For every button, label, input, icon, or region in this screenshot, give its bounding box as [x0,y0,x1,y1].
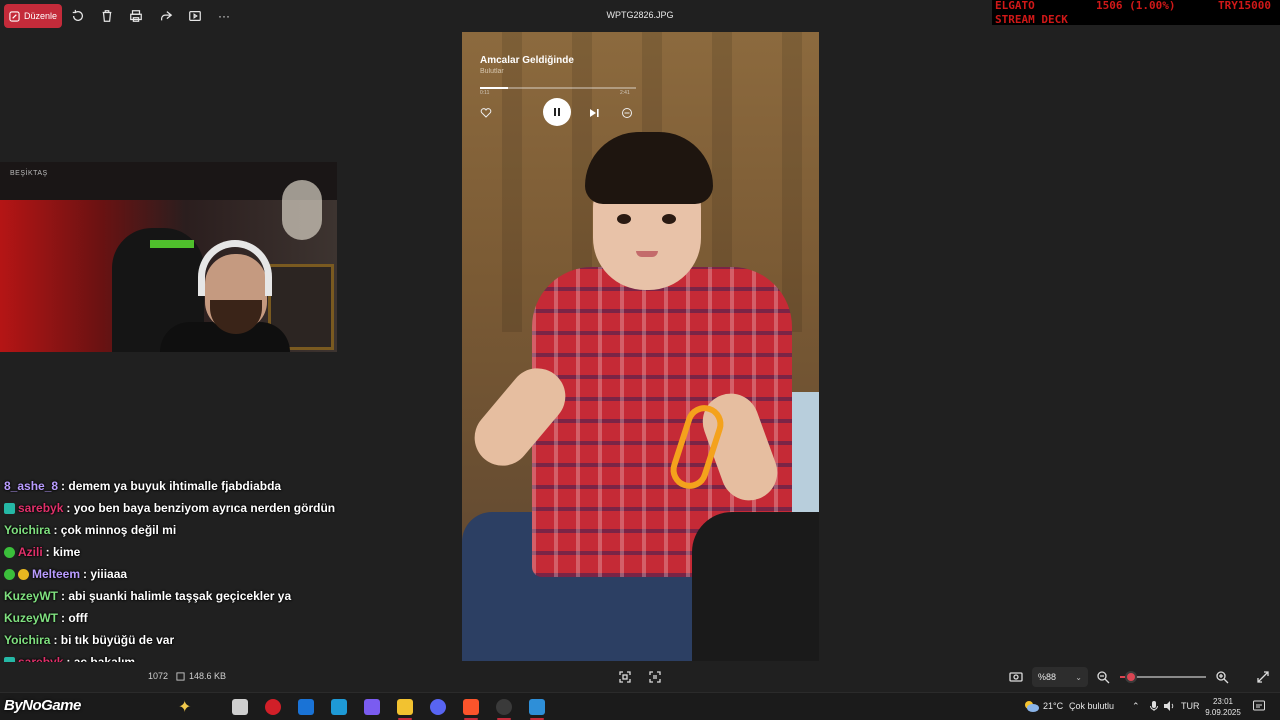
chat-username[interactable]: Azili [18,545,43,559]
chat-text: : çok minnoş değil mi [53,523,177,537]
file-size: 148.6 KB [176,671,226,681]
main-photo: Amcalar Geldiğinde Bulutlar 0:11 2:41 [462,32,819,661]
weather-description[interactable]: Çok bulutlu [1069,701,1114,711]
chat-username[interactable]: KuzeyWT [4,611,58,625]
fit-screen-icon[interactable] [618,670,632,684]
photo-blanket [692,512,819,661]
clock-time: 23:01 [1212,697,1234,706]
photos-icon[interactable] [529,699,545,715]
ticker-percent: 1506 (1.00%) [1096,0,1176,12]
volume-icon[interactable] [1163,700,1175,714]
print-icon[interactable] [128,8,144,24]
fullscreen-icon[interactable] [1256,670,1270,684]
player-artist: Bulutlar [480,68,504,75]
chat-message: 8_ashe_8: demem ya buyuk ihtimalle fjabd… [4,475,454,497]
webcam-shelf-label: BEŞİKTAŞ [10,170,48,177]
chat-username[interactable]: KuzeyWT [4,589,58,603]
zoom-value: %88 [1038,672,1057,682]
chevron-down-icon: ⌄ [1075,672,1082,682]
more-icon[interactable]: ··· [216,8,232,24]
chat-text: : demem ya buyuk ihtimalle fjabdiabda [61,479,282,493]
discord-icon[interactable] [430,699,446,715]
opera-icon[interactable] [265,699,281,715]
chat-text: : yoo ben baya benziyom ayrıca nerden gö… [66,501,336,515]
copilot-icon[interactable] [364,699,380,715]
edge-icon[interactable] [331,699,347,715]
microphone-icon[interactable] [1149,700,1159,714]
chat-badge-icon [4,502,15,514]
chat-text: : kime [45,545,81,559]
rotate-icon[interactable] [70,8,86,24]
chat-text: : yiiiaaa [83,567,128,581]
chat-message: KuzeyWT: offf [4,607,454,629]
ticker-line-2: STREAM DECK [995,13,1068,26]
zoom-select[interactable]: %88 ⌄ [1032,667,1088,687]
image-dimensions: 1072 [148,671,169,681]
pause-button [543,98,571,126]
weather-icon[interactable] [1022,699,1040,713]
webcam-crest [282,180,322,240]
system-clock[interactable]: 23:01 9.09.2025 [1202,696,1244,718]
weather-temperature[interactable]: 21°C [1043,701,1063,711]
player-total: 2:41 [620,90,630,96]
slideshow-icon[interactable] [187,8,203,24]
fit-window-icon[interactable] [1009,670,1023,684]
heart-icon [480,106,492,118]
chat-message: Yoichira: bi tık büyüğü de var [4,629,454,651]
chat-badge-icon [4,546,15,558]
streamer-webcam: BEŞİKTAŞ [0,162,337,352]
zoom-slider[interactable] [1120,671,1206,683]
actual-size-icon[interactable] [648,670,662,684]
chat-username[interactable]: sarebyk [18,501,63,515]
obs-icon[interactable] [496,699,512,715]
task-view-icon[interactable] [232,699,248,715]
file-explorer-icon[interactable] [397,699,413,715]
chat-username[interactable]: Melteem [32,567,80,581]
photo-status-bar: 1072 148.6 KB %88 ⌄ [0,662,1280,692]
ticker-line-1: ELGATO [995,0,1035,12]
edit-icon [9,10,20,22]
chat-message: Azili: kime [4,541,454,563]
photo-child-hair [585,132,713,204]
chat-badge-icon [18,568,29,580]
chevron-up-icon[interactable]: ⌃ [1132,701,1140,712]
language-indicator[interactable]: TUR [1181,701,1200,711]
player-progress [480,87,636,89]
chat-message: Melteem: yiiiaaa [4,563,454,585]
chat-text: : abi şuanki halimle taşşak geçicekler y… [61,589,292,603]
chat-badge-icon [4,568,15,580]
file-name: WPTG2826.JPG [606,10,674,20]
brand-logo: ByNoGame [4,697,81,714]
chat-message: KuzeyWT: abi şuanki halimle taşşak geçic… [4,585,454,607]
chat-message: sarebyk: yoo ben baya benziyom ayrıca ne… [4,497,454,519]
chat-text: : bi tık büyüğü de var [53,633,175,647]
pause-icon [554,108,560,116]
minus-circle-icon [621,106,633,118]
skip-next-icon [588,106,600,118]
clock-date: 9.09.2025 [1205,708,1241,717]
disk-icon [176,671,185,681]
edit-button-label: Düzenle [23,11,58,21]
windows-taskbar: ByNoGame ✦ 21°C Çok bulutlu ⌃ TUR 23:01 … [0,692,1280,720]
chat-text: : offf [61,611,88,625]
player-elapsed: 0:11 [480,90,490,96]
share-icon[interactable] [158,8,174,24]
outlook-icon[interactable] [298,699,314,715]
notification-icon[interactable] [1252,699,1266,715]
chat-username[interactable]: Yoichira [4,633,50,647]
edit-button[interactable]: Düzenle [4,4,62,28]
player-song-title: Amcalar Geldiğinde [480,55,574,66]
chat-username[interactable]: Yoichira [4,523,50,537]
chat-username[interactable]: 8_ashe_8 [4,479,58,493]
chat-message: Yoichira: çok minnoş değil mi [4,519,454,541]
zoom-out-icon[interactable] [1096,670,1110,684]
ticker-target: TRY15000 [1218,0,1271,12]
delete-icon[interactable] [99,8,115,24]
zoom-slider-knob[interactable] [1125,671,1138,683]
donation-ticker: ELGATO STREAM DECK 1506 (1.00%) TRY15000 [992,0,1280,26]
zoom-in-icon[interactable] [1215,670,1229,684]
copilot-sparkle-icon[interactable]: ✦ [178,697,191,717]
brave-icon[interactable] [463,699,479,715]
headset-icon [198,240,272,296]
